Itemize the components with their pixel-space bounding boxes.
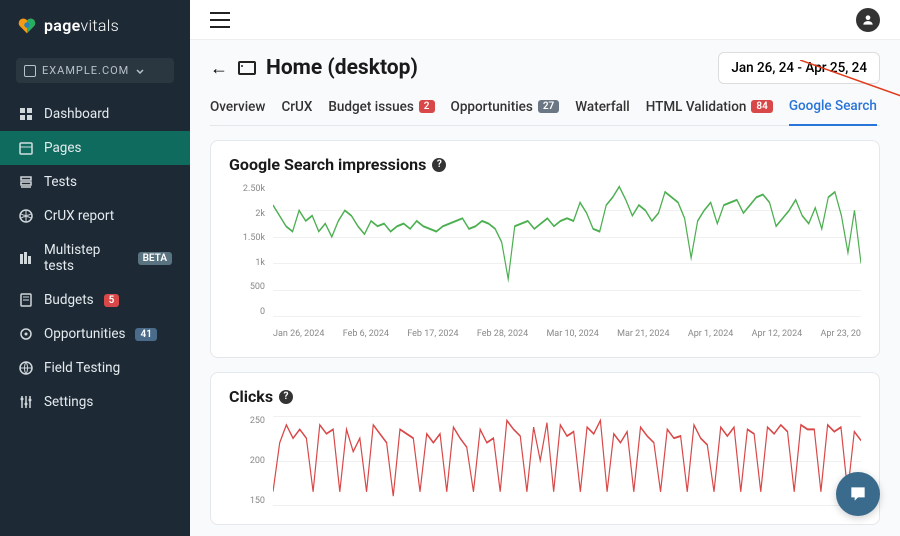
nav-label: Settings xyxy=(44,394,93,410)
tab-budget-issues[interactable]: Budget issues 2 xyxy=(328,92,434,125)
nav-badge: BETA xyxy=(138,252,172,265)
tab-google-search[interactable]: Google Search xyxy=(789,92,877,126)
nav-label: Field Testing xyxy=(44,360,120,376)
brand-name-thin: vitals xyxy=(81,16,120,35)
user-icon xyxy=(861,13,875,27)
impressions-card: Google Search impressions ? 2.50k2k1.50k… xyxy=(210,140,880,358)
sidebar-item-tests[interactable]: Tests xyxy=(0,165,190,199)
help-icon[interactable]: ? xyxy=(432,158,446,172)
nav-icon xyxy=(18,326,34,342)
sidebar-item-multistep-tests[interactable]: Multistep tests BETA xyxy=(0,233,190,283)
nav-label: Dashboard xyxy=(44,106,109,122)
desktop-icon xyxy=(238,61,256,75)
nav-label: Budgets xyxy=(44,292,94,308)
sidebar-item-field-testing[interactable]: Field Testing xyxy=(0,351,190,385)
tabs: Overview CrUX Budget issues 2 Opportunities 2… xyxy=(210,92,880,126)
tab-overview[interactable]: Overview xyxy=(210,92,265,125)
nav-icon xyxy=(18,360,34,376)
sidebar-item-pages[interactable]: Pages xyxy=(0,131,190,165)
nav-icon xyxy=(18,394,34,410)
domain-selector[interactable]: EXAMPLE.COM xyxy=(16,58,174,83)
tab-label: CrUX xyxy=(281,99,312,115)
nav-icon xyxy=(18,292,34,308)
tab-crux[interactable]: CrUX xyxy=(281,92,312,125)
nav-icon xyxy=(18,106,34,122)
nav-label: CrUX report xyxy=(44,208,114,224)
tab-opportunities[interactable]: Opportunities 27 xyxy=(451,92,560,125)
nav-label: Opportunities xyxy=(44,326,125,342)
logo-heart-icon xyxy=(16,14,38,36)
tab-label: Budget issues xyxy=(328,99,413,115)
domain-name: EXAMPLE.COM xyxy=(42,64,129,77)
user-avatar[interactable] xyxy=(856,8,880,32)
tab-label: HTML Validation xyxy=(646,99,747,115)
tab-label: Overview xyxy=(210,99,265,115)
tab-badge: 27 xyxy=(538,100,559,113)
clicks-title: Clicks xyxy=(229,387,273,406)
clicks-chart: 250200150 xyxy=(229,416,861,506)
back-arrow-icon[interactable]: ← xyxy=(210,58,228,79)
chevron-down-icon xyxy=(135,66,145,76)
menu-icon[interactable] xyxy=(210,12,230,28)
nav-icon xyxy=(18,250,34,266)
nav-badge: 41 xyxy=(135,328,156,341)
nav-label: Tests xyxy=(44,174,77,190)
tab-label: Opportunities xyxy=(451,99,533,115)
nav-label: Multistep tests xyxy=(44,242,128,274)
page-title: Home (desktop) xyxy=(266,56,418,80)
clicks-card: Clicks ? 250200150 xyxy=(210,372,880,525)
impressions-title: Google Search impressions xyxy=(229,155,426,174)
sidebar-item-dashboard[interactable]: Dashboard xyxy=(0,97,190,131)
impressions-chart: 2.50k2k1.50k1k5000 Jan 26, 2024Feb 6, 20… xyxy=(229,184,861,339)
nav-badge: 5 xyxy=(104,294,120,307)
chat-icon xyxy=(848,484,868,504)
nav-icon xyxy=(18,140,34,156)
chat-fab[interactable] xyxy=(836,472,880,516)
brand-logo[interactable]: pagevitals xyxy=(0,0,190,50)
nav-icon xyxy=(18,208,34,224)
tab-badge: 84 xyxy=(751,100,772,113)
sidebar-item-budgets[interactable]: Budgets 5 xyxy=(0,283,190,317)
tab-badge: 2 xyxy=(419,100,435,113)
sidebar-item-settings[interactable]: Settings xyxy=(0,385,190,419)
sidebar-item-opportunities[interactable]: Opportunities 41 xyxy=(0,317,190,351)
nav-icon xyxy=(18,174,34,190)
sidebar-item-crux-report[interactable]: CrUX report xyxy=(0,199,190,233)
tab-label: Waterfall xyxy=(575,99,629,115)
globe-icon xyxy=(24,65,36,77)
brand-name-bold: page xyxy=(44,16,81,35)
date-range-picker[interactable]: Jan 26, 24 - Apr 25, 24 xyxy=(718,52,880,84)
tab-html-validation[interactable]: HTML Validation 84 xyxy=(646,92,773,125)
tab-label: Google Search xyxy=(789,98,877,114)
topbar xyxy=(190,0,900,40)
help-icon[interactable]: ? xyxy=(279,390,293,404)
tab-waterfall[interactable]: Waterfall xyxy=(575,92,629,125)
nav-label: Pages xyxy=(44,140,82,156)
sidebar-nav: Dashboard Pages Tests CrUX report Multistep … xyxy=(0,97,190,419)
